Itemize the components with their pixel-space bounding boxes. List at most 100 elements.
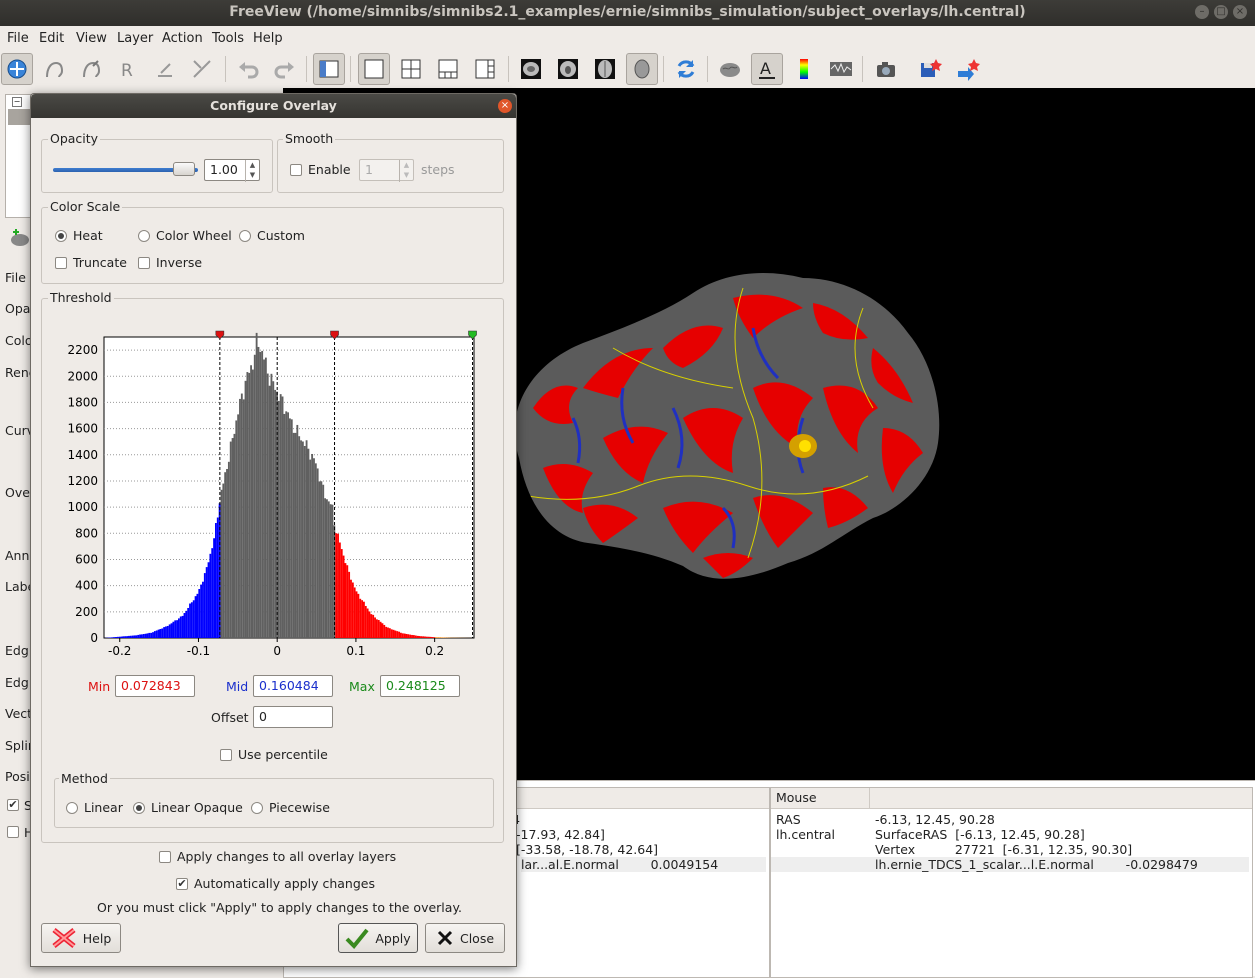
histogram-bar	[171, 623, 173, 638]
opacity-spinbox[interactable]: 1.00 ▲▼	[204, 159, 260, 181]
coronal-view-icon[interactable]	[552, 53, 584, 85]
smooth-steps-spin-arrows[interactable]: ▲▼	[399, 160, 413, 182]
histogram-bar	[324, 498, 326, 638]
x-tick-label: 0.1	[346, 644, 365, 656]
maximize-icon[interactable]: □	[1214, 5, 1228, 19]
menu-help[interactable]: Help	[253, 31, 283, 46]
threshold-histogram[interactable]: 0200400600800100012001400160018002000220…	[53, 326, 493, 656]
surface-icon[interactable]	[714, 53, 746, 85]
layout-2x2-icon[interactable]	[395, 53, 427, 85]
offset-input[interactable]: 0	[253, 706, 333, 728]
smooth-steps-label: steps	[421, 162, 455, 177]
navigate-tool-icon[interactable]	[1, 53, 33, 85]
add-surface-icon[interactable]	[10, 228, 30, 252]
histogram-bar	[128, 636, 130, 638]
minimize-icon[interactable]: –	[1195, 5, 1209, 19]
menu-edit[interactable]: Edit	[39, 31, 64, 46]
layer-tree[interactable]: −	[5, 94, 32, 218]
use-percentile-checkbox[interactable]	[220, 749, 232, 761]
apply-all-checkbox[interactable]	[159, 851, 171, 863]
close-button[interactable]: Close	[425, 923, 505, 953]
truncate-checkbox[interactable]	[55, 257, 67, 269]
opacity-slider-handle[interactable]	[173, 162, 195, 176]
goto-point-icon[interactable]	[952, 53, 984, 85]
menu-view[interactable]: View	[76, 31, 107, 46]
point-set-edit-icon[interactable]	[149, 53, 181, 85]
layout-1-3-icon[interactable]	[432, 53, 464, 85]
color-bar-icon[interactable]	[788, 53, 820, 85]
histogram-bar	[383, 625, 385, 638]
show-checkbox[interactable]: ✔	[7, 799, 19, 811]
close-window-icon[interactable]: ×	[1233, 5, 1247, 19]
histogram-bar	[263, 359, 265, 638]
mid-input[interactable]: 0.160484	[253, 675, 333, 697]
linear-radio[interactable]	[66, 802, 78, 814]
smooth-group-title: Smooth	[283, 131, 335, 146]
histogram-bar	[123, 636, 125, 638]
help-button[interactable]: Help	[41, 923, 121, 953]
linear-opaque-radio[interactable]	[133, 802, 145, 814]
save-point-icon[interactable]	[914, 53, 946, 85]
snapshot-icon[interactable]	[870, 53, 902, 85]
inverse-checkbox[interactable]	[138, 257, 150, 269]
histogram-bar	[165, 626, 167, 638]
mouse-info-table[interactable]: Mouse RAS -6.13, 12.45, 90.28 lh.central…	[770, 787, 1253, 978]
sagittal-view-icon[interactable]	[515, 53, 547, 85]
opacity-value: 1.00	[210, 162, 238, 177]
axial-view-icon[interactable]	[589, 53, 621, 85]
histogram-bar	[309, 460, 311, 638]
dialog-close-icon[interactable]: ×	[498, 99, 512, 113]
roi-edit-icon[interactable]: R	[112, 53, 144, 85]
auto-apply-checkbox[interactable]: ✔	[176, 878, 188, 890]
opacity-spin-arrows[interactable]: ▲▼	[245, 160, 259, 182]
reset-view-icon[interactable]	[670, 53, 702, 85]
y-tick-label: 2200	[67, 343, 98, 357]
histogram-bar	[232, 438, 234, 638]
histogram-bar	[145, 634, 147, 638]
layout-1x1-icon[interactable]	[358, 53, 390, 85]
3d-view-icon[interactable]	[626, 53, 658, 85]
histogram-bar	[259, 352, 261, 638]
inverse-label: Inverse	[156, 255, 202, 270]
histogram-bar	[147, 633, 149, 638]
histogram-bar	[132, 636, 134, 638]
voxel-edit-icon[interactable]	[38, 53, 70, 85]
min-input[interactable]: 0.072843	[115, 675, 195, 697]
heat-radio[interactable]	[55, 230, 67, 242]
histogram-bar	[252, 370, 254, 638]
histogram-bar	[228, 462, 230, 638]
overlay-frame-icon[interactable]	[825, 53, 857, 85]
apply-button[interactable]: Apply	[338, 923, 418, 953]
text-icon[interactable]: A	[751, 53, 783, 85]
histogram-bar	[411, 635, 413, 638]
hide-checkbox[interactable]	[7, 826, 19, 838]
window-title: FreeView (/home/simnibs/simnibs2.1_examp…	[0, 4, 1255, 20]
menu-tools[interactable]: Tools	[212, 31, 244, 46]
menu-file[interactable]: File	[7, 31, 29, 46]
histogram-bar	[176, 620, 178, 638]
histogram-bar	[385, 627, 387, 638]
piecewise-radio[interactable]	[251, 802, 263, 814]
recon-edit-icon[interactable]	[75, 53, 107, 85]
custom-radio[interactable]	[239, 230, 251, 242]
histogram-bar	[135, 635, 137, 638]
toggle-panel-icon[interactable]	[313, 53, 345, 85]
mouse-info-value: SurfaceRAS [-6.13, 12.45, 90.28]	[875, 827, 1085, 842]
layout-1-3h-icon[interactable]	[469, 53, 501, 85]
color-wheel-radio[interactable]	[138, 230, 150, 242]
histogram-bar	[261, 351, 263, 638]
histogram-bar	[191, 602, 193, 638]
histogram-bar	[352, 582, 354, 638]
menu-layer[interactable]: Layer	[117, 31, 153, 46]
histogram-bar	[124, 636, 126, 638]
undo-icon[interactable]	[232, 53, 264, 85]
menu-action[interactable]: Action	[162, 31, 203, 46]
histogram-bar	[367, 609, 369, 638]
contour-icon[interactable]	[186, 53, 218, 85]
smooth-enable-checkbox[interactable]	[290, 164, 302, 176]
redo-icon[interactable]	[269, 53, 301, 85]
histogram-bar	[346, 565, 348, 638]
smooth-steps-spinbox[interactable]: 1 ▲▼	[359, 159, 414, 181]
histogram-bar	[139, 635, 141, 638]
max-input[interactable]: 0.248125	[380, 675, 460, 697]
